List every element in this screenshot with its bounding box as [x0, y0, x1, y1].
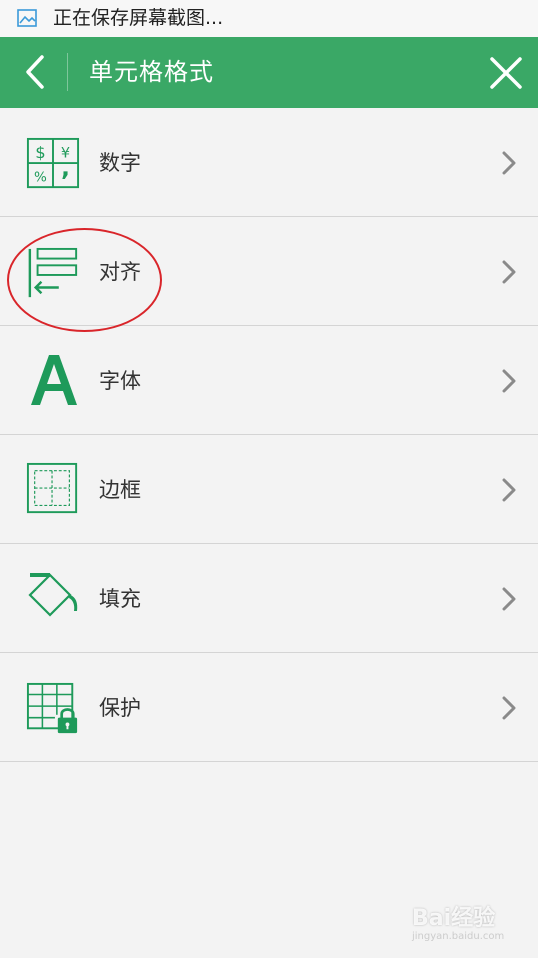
menu-item-number[interactable]: $ ¥ % , 数字	[0, 108, 538, 217]
border-icon	[26, 462, 78, 514]
chevron-right-icon	[502, 369, 516, 393]
protection-lock-icon	[26, 682, 78, 734]
fill-bucket-icon	[28, 573, 78, 617]
page-title: 单元格格式	[89, 58, 214, 86]
menu-item-protection[interactable]: 保护	[0, 653, 538, 762]
close-button[interactable]	[484, 51, 528, 95]
percent-symbol: %	[34, 169, 47, 185]
menu-item-border[interactable]: 边框	[0, 435, 538, 544]
chevron-right-icon	[502, 587, 516, 611]
menu-item-label: 字体	[99, 369, 141, 393]
close-icon	[490, 57, 522, 89]
menu-item-label: 边框	[99, 478, 141, 502]
menu-item-label: 数字	[99, 151, 141, 175]
header-divider	[67, 53, 68, 91]
number-format-icon: $ ¥ % ,	[26, 137, 80, 189]
back-button[interactable]	[14, 50, 56, 94]
header-bar: 单元格格式	[0, 37, 538, 108]
dollar-symbol: $	[35, 143, 45, 162]
menu-item-alignment[interactable]: 对齐	[0, 217, 538, 326]
menu-item-font[interactable]: 字体	[0, 326, 538, 435]
status-text: 正在保存屏幕截图...	[53, 7, 224, 29]
menu-item-label: 保护	[99, 696, 141, 720]
comma-symbol: ,	[61, 156, 70, 182]
watermark-logo: Bai经验	[412, 906, 496, 931]
menu-item-fill[interactable]: 填充	[0, 544, 538, 653]
chevron-right-icon	[502, 260, 516, 284]
menu-item-label: 填充	[99, 587, 141, 611]
chevron-right-icon	[502, 151, 516, 175]
watermark-url: jingyan.baidu.com	[412, 931, 505, 942]
chevron-right-icon	[502, 696, 516, 720]
chevron-right-icon	[502, 478, 516, 502]
menu-item-label: 对齐	[99, 260, 141, 284]
font-icon	[31, 355, 77, 405]
alignment-icon	[28, 247, 78, 298]
status-bar: 正在保存屏幕截图...	[0, 0, 538, 37]
format-menu: $ ¥ % , 数字 对齐 字体 边框 填充 保护	[0, 108, 538, 762]
screenshot-icon	[17, 9, 37, 27]
chevron-left-icon	[26, 55, 44, 89]
